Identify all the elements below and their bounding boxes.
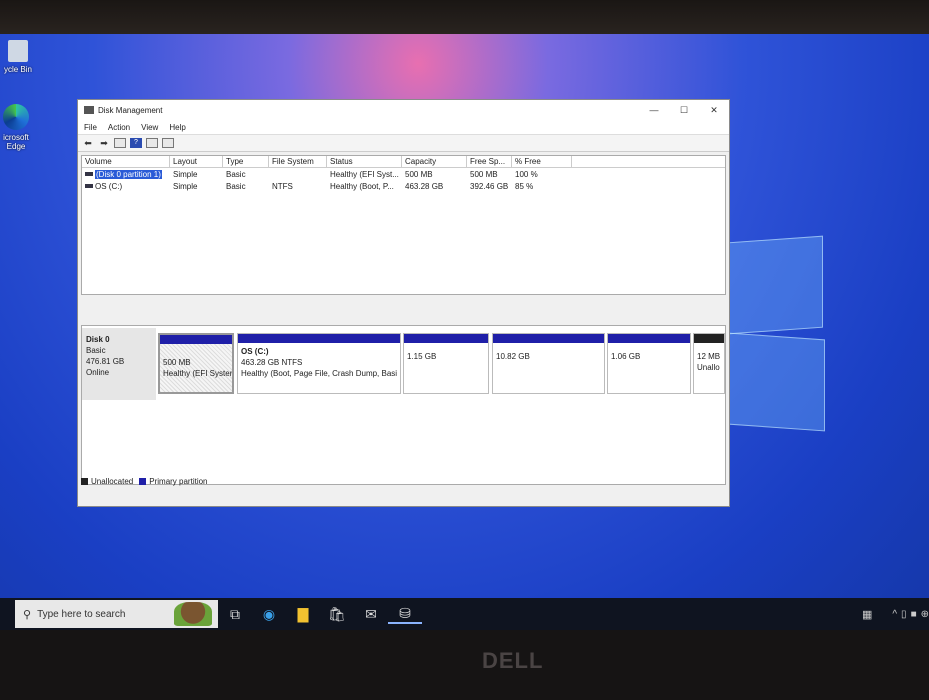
news-icon[interactable]: ▦ <box>862 608 872 621</box>
column-volume[interactable]: Volume <box>82 155 170 168</box>
volume-name: (Disk 0 partition 1) <box>95 169 162 179</box>
primary-swatch <box>139 478 147 485</box>
taskbar: ⚲ Type here to search ⧉ ◉ ▇ 🛍 ✉ ⛁ ▦ ^ ▯ … <box>0 598 929 630</box>
disk-size: 476.81 GB <box>86 357 125 366</box>
menu-file[interactable]: File <box>84 123 97 132</box>
cell-status: Healthy (EFI Syst... <box>330 169 399 179</box>
table-row[interactable]: OS (C:) Simple Basic NTFS Healthy (Boot,… <box>82 180 725 192</box>
column-status[interactable]: Status <box>327 155 402 168</box>
menu-bar: File Action View Help <box>78 120 729 134</box>
disk-type: Basic <box>86 346 106 355</box>
column-layout[interactable]: Layout <box>170 155 223 168</box>
edge-shortcut[interactable]: icrosoft Edge <box>0 104 36 151</box>
cell-free-space: 500 MB <box>470 169 498 179</box>
cell-layout: Simple <box>173 169 198 179</box>
network-icon[interactable]: ▯ <box>901 609 907 620</box>
volume-icon <box>85 172 93 177</box>
edge-label: icrosoft Edge <box>3 133 29 151</box>
partition-10-82gb[interactable]: 10.82 GB <box>492 333 605 394</box>
taskbar-search[interactable]: ⚲ Type here to search <box>15 600 218 628</box>
file-explorer-icon[interactable]: ▇ <box>286 606 320 623</box>
title-bar: Disk Management — ☐ ✕ <box>78 100 729 120</box>
column-type[interactable]: Type <box>223 155 269 168</box>
table-row[interactable]: (Disk 0 partition 1) Simple Basic Health… <box>82 168 725 180</box>
disk-status: Online <box>86 368 110 377</box>
volume-icon <box>85 184 93 189</box>
maximize-button[interactable]: ☐ <box>669 105 699 116</box>
properties-icon[interactable] <box>146 138 158 148</box>
recycle-bin-label: ycle Bin <box>3 65 32 74</box>
recycle-bin-shortcut[interactable]: ycle Bin <box>0 40 36 74</box>
cell-capacity: 463.28 GB <box>405 181 444 191</box>
unallocated-swatch <box>81 478 88 485</box>
windows-logo-pane <box>728 332 825 432</box>
edge-taskbar-icon[interactable]: ◉ <box>252 606 286 623</box>
column-file-system[interactable]: File System <box>269 155 327 168</box>
disk-name: Disk 0 <box>86 335 110 344</box>
legend-primary: Primary partition <box>149 477 208 486</box>
volume-name: OS (C:) <box>95 181 123 191</box>
cell-type: Basic <box>226 181 246 191</box>
cell-free-space: 392.46 GB <box>470 181 509 191</box>
cell-status: Healthy (Boot, P... <box>330 181 394 191</box>
menu-help[interactable]: Help <box>169 123 185 132</box>
cell-percent-free: 85 % <box>515 181 534 191</box>
cell-capacity: 500 MB <box>405 169 433 179</box>
dell-logo: DELL <box>482 648 544 673</box>
recycle-bin-icon <box>8 40 28 62</box>
disk-graphical-view: Disk 0 Basic 476.81 GB Online 500 MB Heal… <box>81 325 726 485</box>
close-button[interactable]: ✕ <box>699 105 729 116</box>
globe-icon[interactable]: ⊕ <box>921 609 929 620</box>
battery-icon[interactable]: ■ <box>911 609 917 620</box>
search-placeholder: Type here to search <box>37 608 126 620</box>
monitor-bezel-bottom: DELL <box>0 630 929 700</box>
column-capacity[interactable]: Capacity <box>402 155 467 168</box>
tray-chevron-icon[interactable]: ^ <box>892 609 897 620</box>
search-highlight-image <box>174 602 212 626</box>
cell-percent-free: 100 % <box>515 169 538 179</box>
unallocated-space[interactable]: 12 MB Unallo <box>693 333 725 394</box>
mail-icon[interactable]: ✉ <box>354 606 388 623</box>
menu-view[interactable]: View <box>141 123 158 132</box>
forward-arrow-icon[interactable]: ➡ <box>98 138 110 148</box>
monitor-bezel-top <box>0 0 929 36</box>
list-header: Volume Layout Type File System Status Ca… <box>82 155 725 168</box>
window-title: Disk Management <box>98 105 163 115</box>
partition-1-06gb[interactable]: 1.06 GB <box>607 333 691 394</box>
partition-os-c[interactable]: OS (C:) 463.28 GB NTFS Healthy (Boot, Page… <box>237 333 401 394</box>
disk-0-label[interactable]: Disk 0 Basic 476.81 GB Online <box>82 328 156 400</box>
menu-action[interactable]: Action <box>108 123 130 132</box>
partition-efi[interactable]: 500 MB Healthy (EFI Syster <box>158 333 234 394</box>
task-view-icon[interactable]: ⧉ <box>218 606 252 623</box>
console-tree-icon[interactable] <box>114 138 126 148</box>
column-free-space[interactable]: Free Sp... <box>467 155 512 168</box>
back-arrow-icon[interactable]: ⬅ <box>82 138 94 148</box>
minimize-button[interactable]: — <box>639 105 669 116</box>
disk-management-window: Disk Management — ☐ ✕ File Action View H… <box>77 99 730 507</box>
column-percent-free[interactable]: % Free <box>512 155 572 168</box>
help-icon[interactable]: ? <box>130 138 142 148</box>
disk-management-icon <box>84 106 94 114</box>
disk-management-taskbar-icon[interactable]: ⛁ <box>388 605 422 624</box>
legend-unallocated: Unallocated <box>91 477 134 486</box>
list-view-icon[interactable] <box>162 138 174 148</box>
store-icon[interactable]: 🛍 <box>320 606 354 623</box>
volume-list: Volume Layout Type File System Status Ca… <box>81 155 726 295</box>
partition-1-15gb[interactable]: 1.15 GB <box>403 333 489 394</box>
cell-file-system: NTFS <box>272 181 293 191</box>
legend: Unallocated Primary partition <box>81 477 208 486</box>
search-icon: ⚲ <box>23 608 32 621</box>
desktop: ycle Bin icrosoft Edge Disk Management —… <box>0 34 929 630</box>
toolbar: ⬅ ➡ ? <box>78 134 729 152</box>
cell-type: Basic <box>226 169 246 179</box>
edge-icon <box>3 104 29 130</box>
windows-logo-pane <box>728 235 823 335</box>
cell-layout: Simple <box>173 181 198 191</box>
